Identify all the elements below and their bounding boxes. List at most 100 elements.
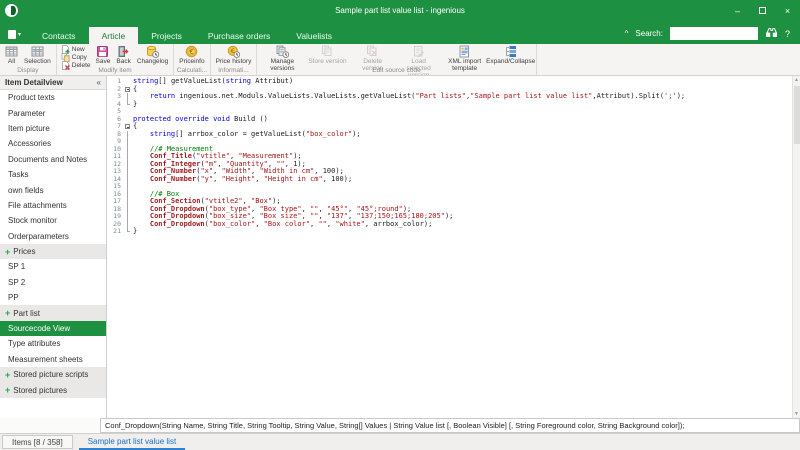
maximize-button[interactable] (750, 0, 775, 21)
fold-marker-start[interactable] (124, 86, 133, 94)
store-version-icon (321, 45, 334, 58)
expand-plus-icon[interactable]: + (5, 247, 10, 257)
code-line-20[interactable]: 20 Conf_Dropdown("box_color", "Box color… (107, 221, 800, 229)
sidebar-item-prices[interactable]: +Prices (0, 244, 106, 259)
code-line-4[interactable]: 4} (107, 101, 800, 109)
line-number: 3 (107, 93, 124, 101)
scrollbar-thumb[interactable] (794, 86, 800, 144)
save-button[interactable]: Save (93, 45, 114, 65)
expand-collapse-icon (504, 45, 517, 58)
sidebar-item-label: Item picture (8, 124, 50, 133)
fold-marker-start[interactable] (124, 123, 133, 131)
sidebar-item-label: Part list (13, 309, 40, 318)
sidebar-items: Product texts Parameter Item picture Access… (0, 90, 106, 398)
bottom-tab-sample-part-list-value-list[interactable]: Sample part list value list (79, 435, 185, 450)
search-input[interactable] (670, 27, 758, 40)
sidebar-item-own-fields[interactable]: own fields (0, 182, 106, 197)
sidebar-item-sp-1[interactable]: SP 1 (0, 259, 106, 274)
file-menu-button[interactable]: ▾ (0, 30, 29, 44)
function-signature-hint: Conf_Dropdown(String Name, String Title,… (100, 418, 800, 433)
sidebar-item-sp-2[interactable]: SP 2 (0, 275, 106, 290)
bottom-tab-items-8-358[interactable]: Items [8 / 358] (2, 435, 73, 449)
sidebar-item-part-list[interactable]: +Part list (0, 305, 106, 320)
sidebar-item-label: Orderparameters (8, 232, 69, 241)
sidebar-item-label: Documents and Notes (8, 155, 87, 164)
advanced-search-icon[interactable] (765, 27, 778, 40)
line-number: 21 (107, 228, 124, 236)
menu-tab-contacts[interactable]: Contacts (29, 27, 89, 44)
fold-margin (124, 108, 133, 116)
minimize-button[interactable]: – (725, 0, 750, 21)
price-history-button[interactable]: €Price history (213, 45, 255, 65)
sidebar-item-stored-picture-scripts[interactable]: +Stored picture scripts (0, 367, 106, 382)
code-line-6[interactable]: 6protected override void Build () (107, 116, 800, 124)
all-button[interactable]: All (2, 45, 21, 65)
menu-tab-article[interactable]: Article (89, 27, 139, 44)
sidebar-item-documents-and-notes[interactable]: Documents and Notes (0, 152, 106, 167)
sidebar-item-item-picture[interactable]: Item picture (0, 121, 106, 136)
sidebar-item-tasks[interactable]: Tasks (0, 167, 106, 182)
expand-plus-icon[interactable]: + (5, 385, 10, 395)
expand-plus-icon[interactable]: + (5, 308, 10, 318)
content-area: Item Detailview « Product textsParameter… (0, 76, 800, 418)
code-text: string[] getValueList(string Attribut) (133, 78, 800, 86)
collapse-ribbon-button[interactable]: ^ (625, 29, 629, 38)
sidebar-item-label: Accessories (8, 139, 51, 148)
menu-tab-valuelists[interactable]: Valuelists (283, 27, 345, 44)
sidebar-item-label: Sourcecode View (8, 324, 70, 333)
code-line-8[interactable]: 8 string[] arrbox_color = getValueList("… (107, 131, 800, 139)
priceinfo-button[interactable]: €Priceinfo (176, 45, 207, 65)
sidebar-item-type-attributes[interactable]: Type attributes (0, 336, 106, 351)
expand-plus-icon[interactable]: + (5, 370, 10, 380)
sidebar-item-pp[interactable]: PP (0, 290, 106, 305)
changelog-button[interactable]: Changelog (134, 45, 171, 65)
sidebar-item-accessories[interactable]: Accessories (0, 136, 106, 151)
fold-marker-mid (124, 221, 133, 229)
code-text: Conf_Number("y", "Height", "Height in cm… (133, 176, 800, 184)
line-number: 4 (107, 101, 124, 109)
menu-tab-purchase-orders[interactable]: Purchase orders (195, 27, 283, 44)
manage-versions-icon (276, 45, 289, 58)
code-line-1[interactable]: 1string[] getValueList(string Attribut) (107, 78, 800, 86)
sidebar-item-sourcecode-view[interactable]: Sourcecode View (0, 321, 106, 336)
back-button[interactable]: Back (113, 45, 133, 65)
code-line-14[interactable]: 14 Conf_Number("y", "Height", "Height in… (107, 176, 800, 184)
new-label: New (72, 46, 85, 53)
sidebar-item-orderparameters[interactable]: Orderparameters (0, 229, 106, 244)
close-button[interactable]: × (775, 0, 800, 21)
ribbon-group-calculati: €Priceinfo Calculati... (174, 44, 210, 75)
menu-right-area: ^ Search: ? (625, 27, 800, 44)
line-number: 6 (107, 116, 124, 124)
sidebar-item-stored-pictures[interactable]: +Stored pictures (0, 382, 106, 397)
maximize-icon (759, 7, 766, 14)
sidebar-collapse-button[interactable]: « (97, 78, 101, 87)
expand-collapse-button[interactable]: Expand/Collapse (488, 45, 534, 65)
sourcecode-editor[interactable]: 1string[] getValueList(string Attribut) 2… (107, 76, 800, 418)
code-line-21[interactable]: 21} (107, 228, 800, 236)
ribbon-group-label: Calculati... (174, 67, 209, 75)
fold-marker-mid (124, 131, 133, 139)
selection-button[interactable]: Selection (21, 45, 54, 65)
menu-bar: ▾ ContactsArticleProjectsPurchase orders… (0, 21, 800, 44)
menu-tab-projects[interactable]: Projects (138, 27, 195, 44)
sidebar-item-label: Stored pictures (13, 386, 67, 395)
help-button[interactable]: ? (785, 29, 790, 39)
code-line-15[interactable]: 15 (107, 183, 800, 191)
sidebar-item-label: Product texts (8, 93, 55, 102)
sidebar-item-stock-monitor[interactable]: Stock monitor (0, 213, 106, 228)
sidebar-item-parameter[interactable]: Parameter (0, 105, 106, 120)
editor-scrollbar[interactable]: ▲ ▼ (792, 76, 800, 418)
code-text (133, 183, 800, 191)
fold-marker-mid (124, 161, 133, 169)
sidebar-item-label: PP (8, 293, 19, 302)
item-detailview-sidebar: Item Detailview « Product textsParameter… (0, 76, 107, 418)
code-line-3[interactable]: 3 return ingenious.net.Moduls.ValueLists… (107, 93, 800, 101)
line-number: 7 (107, 123, 124, 131)
scroll-up-icon[interactable]: ▲ (793, 76, 800, 84)
sidebar-item-product-texts[interactable]: Product texts (0, 90, 106, 105)
sidebar-item-file-attachments[interactable]: File attachments (0, 198, 106, 213)
code-text: } (133, 228, 800, 236)
sidebar-item-measurement-sheets[interactable]: Measurement sheets (0, 352, 106, 367)
code-text: } (133, 101, 800, 109)
scroll-down-icon[interactable]: ▼ (793, 410, 800, 418)
